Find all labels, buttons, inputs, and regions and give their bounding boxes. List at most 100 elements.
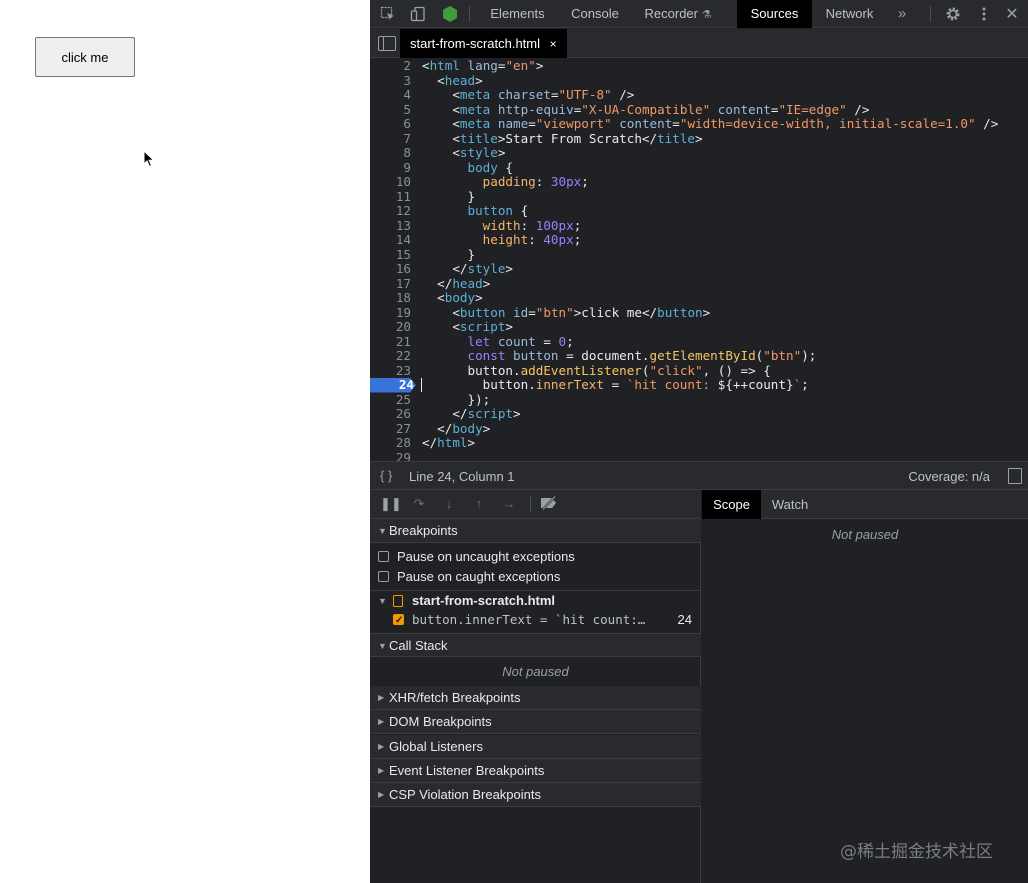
code-line[interactable]: 15 } [370,247,1028,263]
pause-caught-checkbox[interactable] [378,571,389,582]
more-tabs-icon[interactable]: » [889,0,915,28]
line-number[interactable]: 18 [370,290,413,306]
code-line[interactable]: 13 width: 100px; [370,218,1028,234]
code-line[interactable]: 28 </html> [370,435,1028,451]
line-number[interactable]: 4 [370,87,413,103]
device-toolbar-icon[interactable] [408,4,428,24]
csp-violation-breakpoints-header[interactable]: ▶ CSP Violation Breakpoints [370,783,701,807]
global-listeners-header[interactable]: ▶ Global Listeners [370,735,701,759]
devtools-toolbar: Elements Console Recorder ⚗ Sources Netw… [370,0,1028,28]
call-stack-section-header[interactable]: ▼ Call Stack [370,633,701,657]
step-out-icon[interactable]: ↑ [470,496,488,512]
code-line[interactable]: 20 <script> [370,319,1028,335]
code-line[interactable]: 3 <head> [370,73,1028,89]
coverage-drawer-icon[interactable] [1008,468,1022,484]
code-line[interactable]: 5 <meta http-equiv="X-UA-Compatible" con… [370,101,1028,118]
code-line[interactable]: 2 <html lang="en"> [370,58,1028,74]
line-number[interactable]: 10 [370,174,413,190]
xhr-breakpoints-header[interactable]: ▶ XHR/fetch Breakpoints [370,686,701,710]
line-number[interactable]: 19 [370,305,413,321]
code-line[interactable]: 4 <meta charset="UTF-8" /> [370,87,1028,103]
tab-console[interactable]: Console [557,0,633,28]
pause-icon[interactable]: ❚❚ [380,496,402,512]
line-number[interactable]: 16 [370,261,413,277]
line-number[interactable]: 22 [370,348,413,364]
code-line[interactable]: 6 <meta name="viewport" content="width=d… [370,116,1028,132]
pause-caught-row[interactable]: Pause on caught exceptions [370,567,701,587]
code-line[interactable]: 26 </script> [370,406,1028,422]
line-number[interactable]: 28 [370,435,413,451]
code-line[interactable]: 18 <body> [370,290,1028,306]
line-number[interactable]: 12 [370,203,413,219]
code-editor[interactable]: 2 <html lang="en"> 3 <head> 4 <meta charset… [370,58,1028,461]
inspect-element-icon[interactable] [378,4,398,24]
line-number[interactable]: 13 [370,218,413,234]
code-line[interactable]: 19 <button id="btn">click me</button> [370,305,1028,321]
line-number[interactable]: 29 [370,450,413,461]
code-line[interactable]: 14 height: 40px; [370,232,1028,248]
line-number[interactable]: 25 [370,392,413,408]
step-icon[interactable]: → [500,496,518,512]
code-line[interactable]: 10 padding: 30px; [370,174,1028,190]
pause-uncaught-row[interactable]: Pause on uncaught exceptions [370,547,701,567]
breakpoint-checkbox[interactable] [393,611,404,631]
line-number[interactable]: 5 [370,102,413,118]
tab-watch[interactable]: Watch [761,490,819,519]
line-number[interactable]: 20 [370,319,413,335]
line-number[interactable]: 8 [370,145,413,161]
file-tab-close-icon[interactable]: × [550,37,557,51]
tab-network[interactable]: Network [812,0,887,28]
code-line[interactable]: 16 </style> [370,261,1028,277]
step-into-icon[interactable]: ↓ [440,496,458,512]
code-text: <meta http-equiv="X-UA-Compatible" conte… [422,101,870,117]
code-line[interactable]: 27 </body> [370,421,1028,437]
flask-icon: ⚗ [701,9,712,21]
tab-sources[interactable]: Sources [737,0,812,28]
line-number[interactable]: 21 [370,334,413,350]
pause-uncaught-checkbox[interactable] [378,551,389,562]
tab-recorder[interactable]: Recorder ⚗ [633,0,723,28]
line-number[interactable]: 3 [370,73,413,89]
step-over-icon[interactable]: ↷ [410,496,428,512]
tab-scope[interactable]: Scope [702,490,761,519]
breakpoint-file-row[interactable]: ▼ start-from-scratch.html [370,590,701,610]
line-number[interactable]: 7 [370,131,413,147]
breakpoint-line-marker[interactable]: 24 [370,378,416,393]
code-line[interactable]: 24 button.innerText = `hit count: ${++co… [370,377,1028,393]
breakpoints-section-header[interactable]: ▼ Breakpoints [370,519,701,543]
navigator-toggle-icon[interactable] [378,36,396,51]
code-line[interactable]: 23 button.addEventListener("click", () =… [370,363,1028,379]
code-line[interactable]: 29 [370,450,1028,461]
line-number[interactable]: 23 [370,363,413,379]
code-line[interactable]: 25 }); [370,392,1028,408]
code-line[interactable]: 22 const button = document.getElementByI… [370,348,1028,364]
code-line[interactable]: 12 button { [370,203,1028,219]
line-number[interactable]: 15 [370,247,413,263]
node-js-icon[interactable] [440,4,460,24]
line-number[interactable]: 9 [370,160,413,176]
event-listener-breakpoints-header[interactable]: ▶ Event Listener Breakpoints [370,759,701,783]
code-line[interactable]: 8 <style> [370,145,1028,161]
gear-icon[interactable] [943,4,963,24]
breakpoint-entry[interactable]: button.innerText = `hit count:… 24 [370,610,701,631]
line-number[interactable]: 14 [370,232,413,248]
tab-elements[interactable]: Elements [478,0,557,28]
kebab-menu-icon[interactable] [974,4,994,24]
line-number[interactable]: 27 [370,421,413,437]
close-icon[interactable]: ✕ [1002,4,1022,24]
line-number[interactable]: 26 [370,406,413,422]
code-line[interactable]: 9 body { [370,160,1028,176]
line-number[interactable]: 2 [370,58,413,74]
code-line[interactable]: 11 } [370,189,1028,205]
click-me-button[interactable]: click me [35,37,135,77]
line-number[interactable]: 17 [370,276,413,292]
line-number[interactable]: 11 [370,189,413,205]
pretty-print-icon[interactable]: { } [380,468,392,483]
file-tab[interactable]: start-from-scratch.html × [400,29,567,58]
line-number[interactable]: 6 [370,116,413,132]
code-line[interactable]: 7 <title>Start From Scratch</title> [370,131,1028,147]
code-line[interactable]: 17 </head> [370,276,1028,292]
code-line[interactable]: 21 let count = 0; [370,334,1028,350]
deactivate-breakpoints-icon[interactable] [540,495,558,512]
dom-breakpoints-header[interactable]: ▶ DOM Breakpoints [370,710,701,734]
